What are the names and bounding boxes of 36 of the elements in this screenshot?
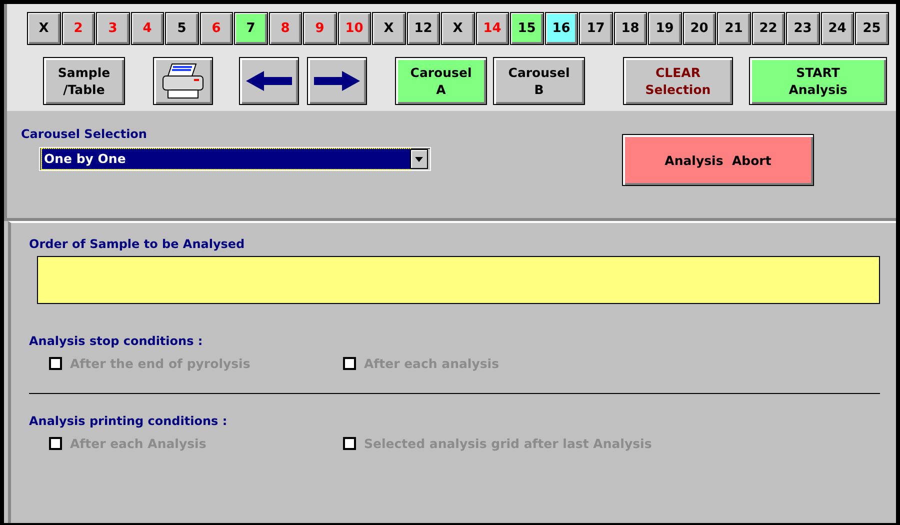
dropdown-icon bbox=[415, 156, 423, 162]
analysis-abort-button[interactable]: Analysis Abort bbox=[622, 134, 814, 186]
start-analysis-button[interactable]: START Analysis bbox=[749, 57, 887, 105]
slot-button[interactable]: X bbox=[372, 12, 406, 45]
left-arrow-icon bbox=[244, 69, 294, 93]
slot-button[interactable]: 12 bbox=[406, 12, 440, 45]
slot-button[interactable]: 5 bbox=[165, 12, 198, 45]
clear-selection-button[interactable]: CLEAR Selection bbox=[623, 57, 733, 105]
sample-order-field[interactable] bbox=[37, 256, 880, 304]
slot-button[interactable]: 15 bbox=[510, 12, 544, 45]
slot-button[interactable]: 19 bbox=[648, 12, 682, 45]
carousel-button[interactable]: Carousel A bbox=[395, 57, 487, 105]
slot-button[interactable]: 24 bbox=[820, 12, 854, 45]
carousel-button[interactable]: Carousel B bbox=[493, 57, 585, 105]
slot-button[interactable]: 20 bbox=[682, 12, 716, 45]
slot-button[interactable]: 21 bbox=[717, 12, 750, 45]
slot-button[interactable]: X bbox=[441, 12, 474, 45]
sample-table-button[interactable]: Sample /Table bbox=[43, 57, 125, 105]
printing-conditions-heading: Analysis printing conditions : bbox=[29, 414, 228, 428]
carousel-selection-label: Carousel Selection bbox=[21, 127, 147, 141]
print-button[interactable] bbox=[153, 57, 213, 105]
previous-button[interactable] bbox=[239, 57, 299, 105]
slot-button[interactable]: 7 bbox=[234, 12, 268, 45]
slot-button[interactable]: 25 bbox=[855, 12, 888, 45]
slot-button[interactable]: X bbox=[27, 12, 60, 45]
right-arrow-icon bbox=[312, 69, 362, 93]
slot-button[interactable]: 16 bbox=[544, 12, 578, 45]
printer-icon bbox=[160, 62, 206, 100]
slot-button[interactable]: 23 bbox=[786, 12, 820, 45]
stop-conditions-heading: Analysis stop conditions : bbox=[29, 334, 204, 348]
slot-button[interactable]: 17 bbox=[579, 12, 612, 45]
slot-button[interactable]: 22 bbox=[752, 12, 785, 45]
carousel-selection-dropdown[interactable]: One by One bbox=[39, 147, 431, 171]
next-button[interactable] bbox=[307, 57, 367, 105]
slot-button[interactable]: 18 bbox=[614, 12, 647, 45]
order-label: Order of Sample to be Analysed bbox=[29, 237, 246, 251]
